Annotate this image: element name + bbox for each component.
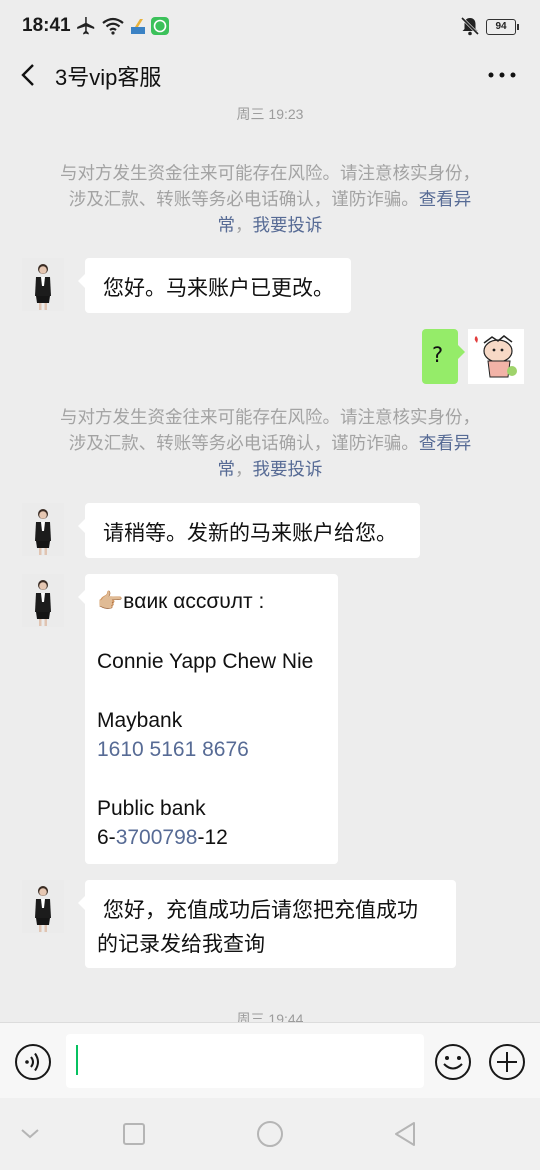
message-text: ? xyxy=(432,343,444,367)
input-bar xyxy=(0,1022,540,1099)
voice-icon xyxy=(15,1044,51,1080)
whatsapp-icon xyxy=(150,14,170,38)
message-bubble[interactable]: 您好，充值成功后请您把充值成功 的记录发给我查询 xyxy=(78,880,456,968)
warning-text: 涉及汇款、转账等务必电话确认，谨防诈骗。 xyxy=(68,434,419,454)
separator: ， xyxy=(235,460,253,480)
circle-icon xyxy=(257,1121,283,1147)
chat-header: 3号vip客服 xyxy=(0,52,540,98)
text-cursor xyxy=(76,1045,78,1075)
message-bubble[interactable]: 请稍等。发新的马来账户给您。 xyxy=(78,503,420,558)
warning-text: 与对方发生资金往来可能存在风险。请注意核实身份， xyxy=(60,164,480,184)
message-text: 您好。马来账户已更改。 xyxy=(103,276,334,300)
navigation-bar xyxy=(0,1098,540,1170)
message-text: 的记录发给我查询 xyxy=(97,932,265,956)
complaint-link[interactable]: 我要投诉 xyxy=(253,216,323,236)
account-title: 👉🏼вαик αccσυлт : xyxy=(97,590,265,613)
message-bubble[interactable]: 您好。马来账户已更改。 xyxy=(78,258,351,313)
warning-text: 与对方发生资金往来可能存在风险。请注意核实身份， xyxy=(60,408,480,428)
chat-title: 3号vip客服 xyxy=(55,65,162,90)
voice-button[interactable] xyxy=(14,1043,52,1081)
risk-warning: 与对方发生资金往来可能存在风险。请注意核实身份， 涉及汇款、转账等务必电话确认，… xyxy=(30,405,510,483)
chevron-left-icon xyxy=(21,64,34,86)
avatar[interactable] xyxy=(22,574,64,627)
bank-name: Maybank xyxy=(97,709,183,732)
separator: ， xyxy=(235,216,253,236)
timestamp: 周三 19:23 xyxy=(236,106,304,122)
account-number-link[interactable]: 3700798 xyxy=(116,826,198,849)
status-bar: 18:41 94 xyxy=(0,0,540,52)
account-number-link[interactable]: 1610 5161 8676 xyxy=(97,738,249,762)
more-button[interactable] xyxy=(486,60,518,90)
avatar[interactable] xyxy=(22,258,64,311)
more-functions-button[interactable] xyxy=(488,1043,526,1081)
home-button[interactable] xyxy=(256,1120,284,1148)
hide-nav-button[interactable] xyxy=(18,1124,42,1144)
bank-name: Public bank xyxy=(97,797,206,820)
airplane-icon xyxy=(74,14,98,38)
account-prefix: 6- xyxy=(97,826,116,849)
message-text: 请稍等。发新的马来账户给您。 xyxy=(103,521,397,545)
account-number: 6-3700798-12 xyxy=(97,826,228,850)
message-input[interactable] xyxy=(66,1034,424,1088)
recents-button[interactable] xyxy=(122,1122,146,1146)
plus-icon xyxy=(489,1044,525,1080)
more-dots-icon xyxy=(488,72,516,78)
wifi-icon xyxy=(100,14,126,38)
emoji-icon xyxy=(435,1044,471,1080)
view-abnormal-link[interactable]: 常 xyxy=(218,460,236,480)
my-avatar[interactable] xyxy=(468,329,524,384)
risk-warning: 与对方发生资金往来可能存在风险。请注意核实身份， 涉及汇款、转账等务必电话确认，… xyxy=(30,161,510,239)
message-text: 您好，充值成功后请您把充值成功 xyxy=(103,898,418,922)
account-name: Connie Yapp Chew Nie xyxy=(97,650,314,673)
emoji-button[interactable] xyxy=(434,1043,472,1081)
clean-icon xyxy=(128,14,148,38)
back-nav-button[interactable] xyxy=(392,1120,418,1148)
warning-text: 涉及汇款、转账等务必电话确认，谨防诈骗。 xyxy=(68,190,419,210)
avatar[interactable] xyxy=(22,503,64,556)
view-abnormal-link[interactable]: 常 xyxy=(218,216,236,236)
complaint-link[interactable]: 我要投诉 xyxy=(253,460,323,480)
view-abnormal-link[interactable]: 查看异 xyxy=(419,190,472,210)
account-suffix: -12 xyxy=(197,826,228,849)
triangle-back-icon xyxy=(395,1122,415,1146)
mute-bell-icon xyxy=(458,14,482,38)
view-abnormal-link[interactable]: 查看异 xyxy=(419,434,472,454)
my-message-bubble[interactable]: ? xyxy=(422,329,465,384)
chevron-down-icon xyxy=(21,1129,39,1139)
battery-indicator: 94 xyxy=(486,19,519,35)
status-time: 18:41 xyxy=(22,15,71,36)
bank-account-message[interactable]: 👉🏼вαик αccσυлт : Connie Yapp Chew Nie Ma… xyxy=(78,574,338,864)
back-button[interactable] xyxy=(14,60,44,90)
square-icon xyxy=(123,1123,145,1145)
avatar[interactable] xyxy=(22,880,64,933)
